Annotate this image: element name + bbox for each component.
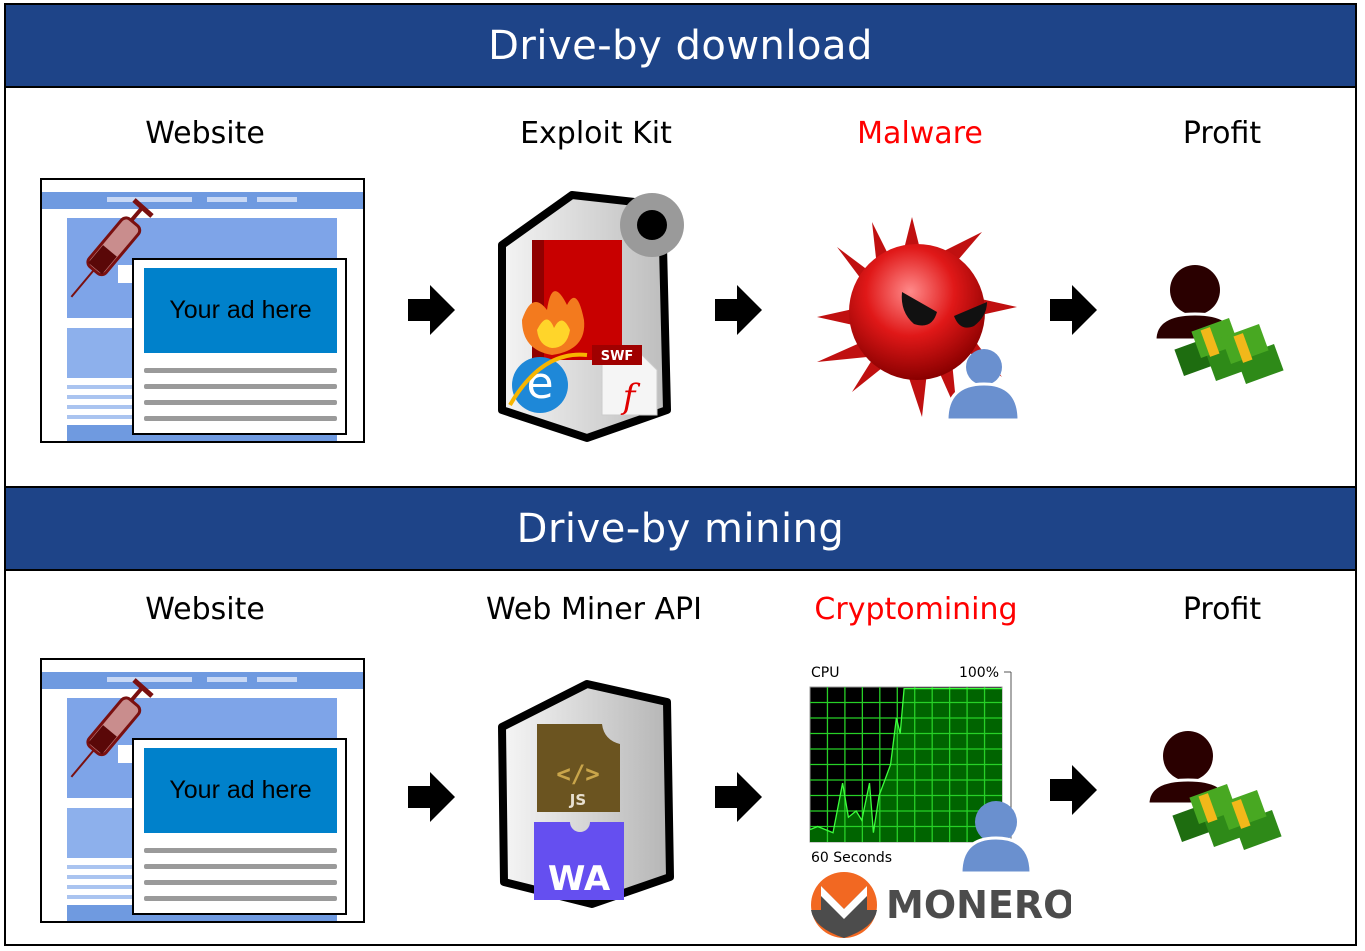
text-label: JS [569,791,586,809]
arrow-right-icon [715,285,762,335]
exploit-kit-server-icon: e SWF f [498,191,684,442]
swf-badge-text: SWF [601,349,634,364]
website-mockup: Your ad here [40,658,365,923]
stage-label-exploit-kit: Exploit Kit [520,116,672,151]
section-title-text: Drive-by download [488,22,873,69]
monero-wordmark: MONERO [886,883,1071,927]
arrow-right-icon [1050,765,1097,815]
stage-label-website: Website [145,592,265,627]
text-label: WA [548,859,611,899]
stage-label-profit: Profit [1182,116,1262,151]
arrow-right-icon [1050,285,1097,335]
stage-label-web-miner-api: Web Miner API [486,592,702,627]
arrow-right-icon [408,285,455,335]
ad-placeholder: Your ad here [144,268,337,353]
stage-label-cryptomining: Cryptomining [814,592,1018,627]
stage-label-profit: Profit [1182,592,1262,627]
cpu-usage-graph-icon: CPU 100% 60 Seconds MONERO [809,665,1071,938]
user-with-money-icon [1148,731,1282,850]
svg-text:e: e [526,358,553,409]
user-with-money-icon [1153,265,1284,384]
cpu-label: CPU [811,665,839,681]
stage-label-malware: Malware [857,116,983,151]
website-mockup: Your ad here [40,178,365,443]
cpu-max-label: 100% [959,665,999,681]
webassembly-icon: WA [534,822,624,900]
text-label: </> [556,760,599,788]
monero-logo-icon [811,872,877,938]
arrow-right-icon [408,772,455,822]
section-title-text: Drive-by mining [516,505,845,552]
stage-label-website: Website [145,116,265,151]
javascript-file-icon: </> JS [537,724,620,812]
section-title-drive-by-download: Drive-by download [4,3,1357,88]
ad-placeholder: Your ad here [144,748,337,833]
section-title-drive-by-mining: Drive-by mining [4,486,1357,571]
syringe-icon [70,198,154,298]
web-miner-server-icon: </> JS WA [498,680,674,908]
cpu-time-label: 60 Seconds [811,850,892,866]
syringe-icon [70,678,154,778]
arrow-right-icon [715,772,762,822]
malware-virus-icon [817,217,1021,422]
